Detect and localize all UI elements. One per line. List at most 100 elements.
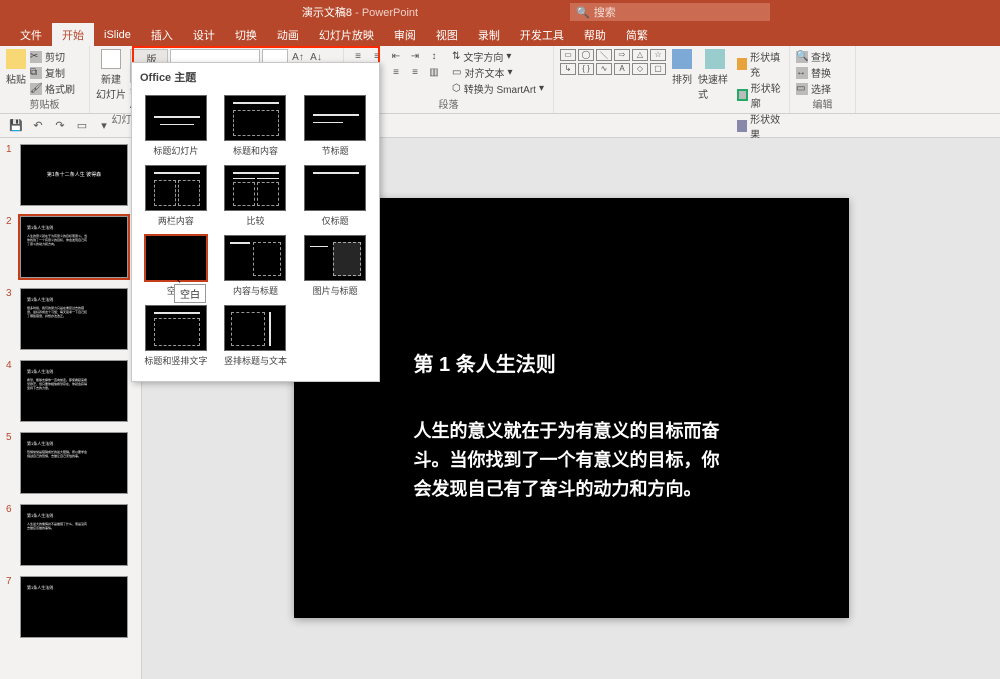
- find-button[interactable]: 🔍查找: [796, 49, 831, 64]
- redo-button[interactable]: ↷: [52, 118, 68, 134]
- shape-outline-button[interactable]: 形状轮廓: [737, 80, 783, 110]
- paste-button[interactable]: 粘贴: [6, 49, 26, 86]
- shape-star[interactable]: ☆: [650, 49, 666, 61]
- new-slide-button[interactable]: 新建 幻灯片: [96, 49, 126, 101]
- select-icon: ▭: [796, 83, 808, 95]
- shape-effects-button[interactable]: 形状效果: [737, 111, 783, 141]
- smartart-button[interactable]: ⬡转换为 SmartArt▾: [452, 81, 544, 96]
- justify-button[interactable]: ≡: [407, 65, 423, 79]
- thumbnail-3[interactable]: 3第1条人生法则很多时候，我们的努力只是在重复过去的错误，最好养成这个习惯：每天…: [0, 286, 141, 352]
- more-qat-button[interactable]: ▾: [96, 118, 112, 134]
- thumbnail-4[interactable]: 4第1条人生法则希望，能够支撑你一直向前走。即使看起来希望渺茫，但只要你相信希望…: [0, 358, 141, 424]
- tab-slideshow[interactable]: 幻灯片放映: [309, 23, 384, 47]
- text-direction-icon: ⇅: [452, 51, 460, 62]
- format-painter-button[interactable]: 🖌格式刷: [30, 81, 75, 96]
- layout-section-header[interactable]: 节标题: [301, 95, 369, 157]
- arrange-button[interactable]: 排列: [672, 49, 692, 86]
- shape-text[interactable]: A: [614, 63, 630, 75]
- cut-button[interactable]: ✂剪切: [30, 49, 75, 64]
- layout-title-only[interactable]: 仅标题: [301, 165, 369, 227]
- shape-curve[interactable]: ∿: [596, 63, 612, 75]
- chevron-down-icon: ▾: [539, 83, 544, 94]
- search-placeholder: 搜索: [594, 4, 616, 20]
- select-button[interactable]: ▭选择: [796, 81, 831, 96]
- shape-line[interactable]: ＼: [596, 49, 612, 61]
- tab-record[interactable]: 录制: [468, 23, 510, 47]
- thumbnail-5[interactable]: 5第1条人生法则恐惧常常是阻碍成长的最大障碍。所以要学会挑战自己的恐惧，去做让自…: [0, 430, 141, 496]
- text-direction-button[interactable]: ⇅文字方向▾: [452, 49, 544, 64]
- tab-design[interactable]: 设计: [183, 23, 225, 47]
- smartart-icon: ⬡: [452, 83, 461, 94]
- layout-picture-caption[interactable]: 图片与标题: [301, 235, 369, 297]
- replace-button[interactable]: ↔替换: [796, 65, 831, 80]
- clipboard-icon: [6, 49, 26, 69]
- thumbnail-7[interactable]: 7第1条人生法则: [0, 574, 141, 640]
- layout-comparison[interactable]: 比较: [222, 165, 290, 227]
- numbering-button[interactable]: ≡: [369, 49, 385, 63]
- shape-more2[interactable]: ▢: [650, 63, 666, 75]
- effects-icon: [737, 120, 747, 132]
- shape-fill-button[interactable]: 形状填充: [737, 49, 783, 79]
- layout-content-caption[interactable]: 内容与标题: [222, 235, 290, 297]
- thumbnail-panel[interactable]: 1第1条十二条人生 彼得森 2第1条人生法则人生的意义就在于为有意义的目标而奋斗…: [0, 138, 142, 679]
- tab-islide[interactable]: iSlide: [94, 25, 141, 45]
- layout-popup-header: Office 主题: [132, 63, 379, 91]
- columns-button[interactable]: ▥: [426, 65, 442, 79]
- slide-body[interactable]: 人生的意义就在于为有意义的目标而奋斗。当你找到了一个有意义的目标，你会发现自己有…: [414, 417, 729, 503]
- align-right-button[interactable]: ≡: [388, 65, 404, 79]
- thumbnail-6[interactable]: 6第1条人生法则人生最大的懊悔并不是做错了什么，而是没有去做应该做的事情。: [0, 502, 141, 568]
- slideshow-button[interactable]: ▭: [74, 118, 90, 134]
- shape-conn[interactable]: ↳: [560, 63, 576, 75]
- bullets-button[interactable]: ≡: [350, 49, 366, 63]
- copy-icon: ⧉: [30, 67, 42, 79]
- indent-dec-button[interactable]: ⇤: [388, 49, 404, 63]
- replace-icon: ↔: [796, 67, 808, 79]
- slide-title[interactable]: 第 1 条人生法则: [414, 348, 729, 377]
- tab-transitions[interactable]: 切换: [225, 23, 267, 47]
- tab-file[interactable]: 文件: [10, 23, 52, 47]
- search-box[interactable]: 🔍 搜索: [570, 3, 770, 21]
- clipboard-group-label: 剪贴板: [6, 96, 83, 111]
- tab-view[interactable]: 视图: [426, 23, 468, 47]
- layout-tooltip: 空白: [174, 284, 206, 303]
- new-slide-icon: [101, 49, 121, 69]
- tab-animations[interactable]: 动画: [267, 23, 309, 47]
- fill-icon: [737, 58, 747, 70]
- tab-review[interactable]: 审阅: [384, 23, 426, 47]
- undo-button[interactable]: ↶: [30, 118, 46, 134]
- scissors-icon: ✂: [30, 51, 42, 63]
- search-icon: 🔍: [576, 6, 590, 19]
- shape-more1[interactable]: ◇: [632, 63, 648, 75]
- ribbon-tabs: 文件 开始 iSlide 插入 设计 切换 动画 幻灯片放映 审阅 视图 录制 …: [0, 24, 1000, 46]
- tab-developer[interactable]: 开发工具: [510, 23, 574, 47]
- shape-brace[interactable]: { }: [578, 63, 594, 75]
- chevron-down-icon: ▾: [506, 51, 511, 62]
- layout-two-content[interactable]: 两栏内容: [142, 165, 210, 227]
- tab-insert[interactable]: 插入: [141, 23, 183, 47]
- thumbnail-2[interactable]: 2第1条人生法则人生的意义就在于为有意义的目标而奋斗。当你找到了一个有意义的目标…: [0, 214, 141, 280]
- layout-title-content[interactable]: 标题和内容: [222, 95, 290, 157]
- tab-chinese[interactable]: 简繁: [616, 23, 658, 47]
- tab-help[interactable]: 帮助: [574, 23, 616, 47]
- layout-title-vertical-text[interactable]: 标题和竖排文字: [142, 305, 210, 367]
- shapes-gallery[interactable]: ▭ ◯ ＼ ⇨ △ ☆ ↳ { } ∿ A ◇ ▢: [560, 49, 666, 75]
- tab-home[interactable]: 开始: [52, 23, 94, 47]
- thumbnail-1[interactable]: 1第1条十二条人生 彼得森: [0, 142, 141, 208]
- editing-group-label: 编辑: [796, 96, 849, 111]
- indent-inc-button[interactable]: ⇥: [407, 49, 423, 63]
- shape-oval[interactable]: ◯: [578, 49, 594, 61]
- shape-rect[interactable]: ▭: [560, 49, 576, 61]
- copy-button[interactable]: ⧉复制: [30, 65, 75, 80]
- quick-styles-button[interactable]: 快速样式: [698, 49, 731, 101]
- layout-vertical-title-text[interactable]: 竖排标题与文本: [222, 305, 290, 367]
- shape-triangle[interactable]: △: [632, 49, 648, 61]
- save-button[interactable]: 💾: [8, 118, 24, 134]
- layout-title-slide[interactable]: 标题幻灯片: [142, 95, 210, 157]
- line-spacing-button[interactable]: ↕: [426, 49, 442, 63]
- title-bar: 演示文稿8 - PowerPoint: [0, 0, 1000, 24]
- align-text-icon: ▭: [452, 67, 461, 78]
- align-text-button[interactable]: ▭对齐文本▾: [452, 65, 544, 80]
- brush-icon: 🖌: [30, 83, 42, 95]
- shape-arrow[interactable]: ⇨: [614, 49, 630, 61]
- styles-icon: [705, 49, 725, 69]
